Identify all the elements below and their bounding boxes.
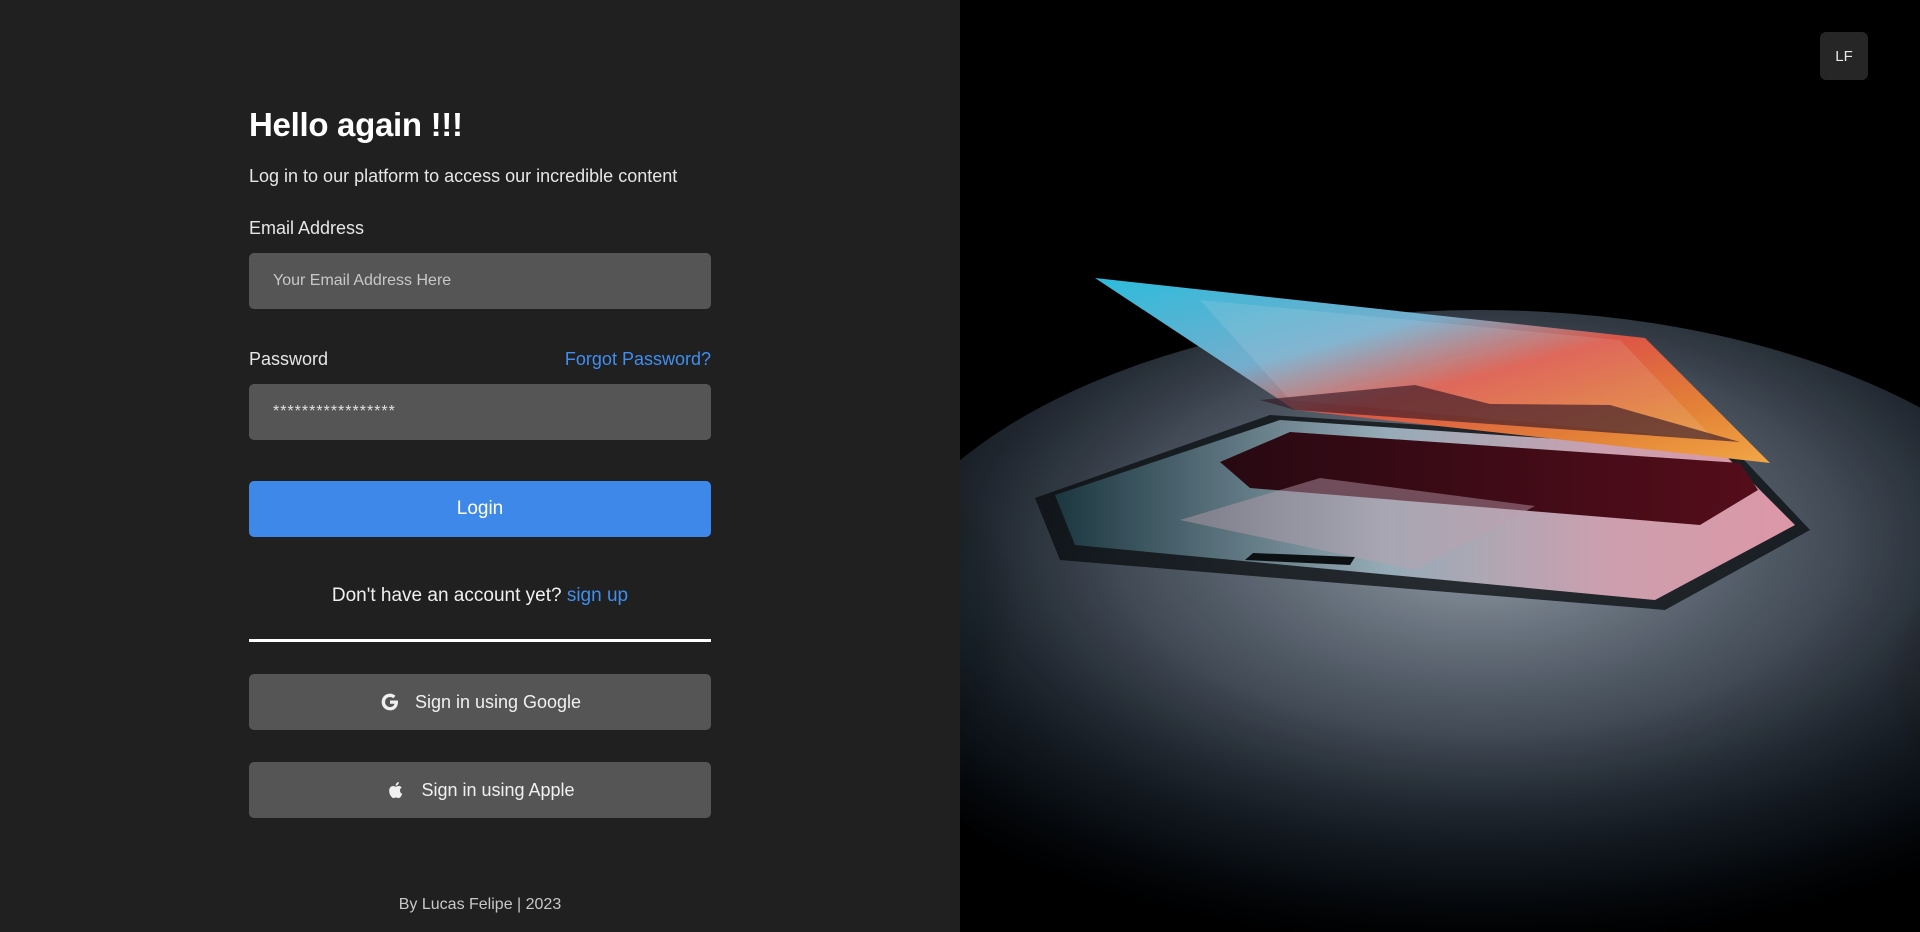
- password-row: Password Forgot Password?: [249, 349, 711, 370]
- google-icon: [379, 691, 401, 713]
- google-button-label: Sign in using Google: [414, 691, 582, 712]
- divider: [249, 639, 711, 642]
- login-page: Hello again !!! Log in to our platform t…: [0, 0, 1920, 932]
- page-title: Hello again !!!: [249, 106, 463, 143]
- page-subtitle: Log in to our platform to access our inc…: [249, 166, 678, 186]
- no-account-text: Don't have an account yet?: [331, 585, 562, 606]
- password-field[interactable]: [249, 384, 711, 440]
- apple-button-label: Sign in using Apple: [421, 779, 575, 800]
- hero-panel: LF: [960, 0, 1920, 932]
- apple-icon: [385, 779, 407, 801]
- signup-prompt: Don't have an account yet? sign up: [249, 585, 711, 607]
- avatar[interactable]: LF: [1820, 32, 1868, 80]
- email-field[interactable]: [249, 253, 711, 309]
- password-label: Password: [249, 349, 329, 369]
- laptop-photo: [960, 0, 1920, 932]
- login-button[interactable]: Login: [249, 481, 711, 537]
- login-form: Hello again !!! Log in to our platform t…: [249, 106, 711, 818]
- signup-link[interactable]: sign up: [567, 585, 628, 606]
- email-label: Email Address: [249, 218, 365, 238]
- footer-credit: By Lucas Felipe | 2023: [398, 896, 562, 913]
- login-panel: Hello again !!! Log in to our platform t…: [0, 0, 960, 932]
- forgot-password-link[interactable]: Forgot Password?: [565, 349, 711, 370]
- google-signin-button[interactable]: Sign in using Google: [249, 674, 711, 730]
- apple-signin-button[interactable]: Sign in using Apple: [249, 762, 711, 818]
